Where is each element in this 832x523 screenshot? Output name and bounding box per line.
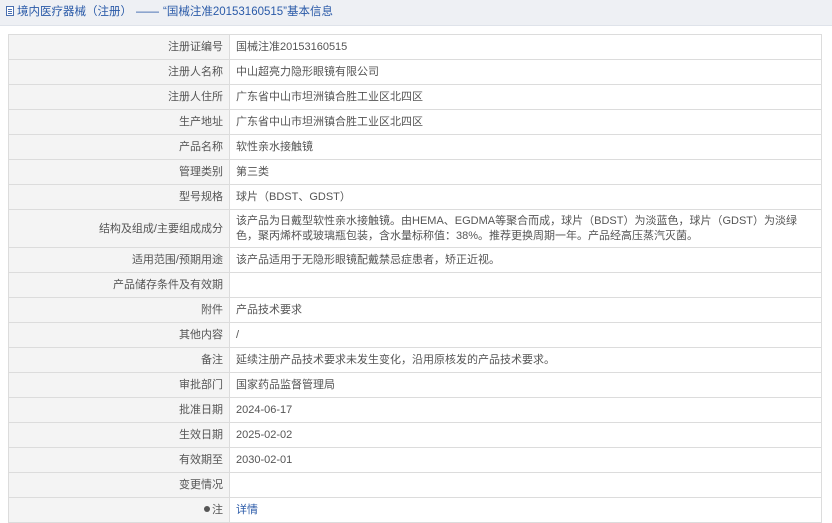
info-table: 注册证编号 国械注准20153160515 注册人名称 中山超亮力隐形眼镜有限公… xyxy=(8,34,822,523)
row-value: / xyxy=(229,322,822,348)
row-label: 变更情况 xyxy=(8,472,230,498)
table-row: 生效日期 2025-02-02 xyxy=(8,422,822,448)
table-row: 注 详情 xyxy=(8,497,822,523)
row-label: 适用范围/预期用途 xyxy=(8,247,230,273)
row-value: 2025-02-02 xyxy=(229,422,822,448)
table-row: 附件 产品技术要求 xyxy=(8,297,822,323)
row-label: 管理类别 xyxy=(8,159,230,185)
row-value xyxy=(229,472,822,498)
row-value: 国械注准20153160515 xyxy=(229,34,822,60)
row-label: 产品储存条件及有效期 xyxy=(8,272,230,298)
row-value: 该产品为日戴型软性亲水接触镜。由HEMA、EGDMA等聚合而成，球片（BDST）… xyxy=(229,209,822,248)
table-row: 产品名称 软性亲水接触镜 xyxy=(8,134,822,160)
row-label: 批准日期 xyxy=(8,397,230,423)
table-row: 变更情况 xyxy=(8,472,822,498)
table-row: 其他内容 / xyxy=(8,322,822,348)
table-row: 结构及组成/主要组成成分 该产品为日戴型软性亲水接触镜。由HEMA、EGDMA等… xyxy=(8,209,822,248)
row-label: 其他内容 xyxy=(8,322,230,348)
table-row: 注册人名称 中山超亮力隐形眼镜有限公司 xyxy=(8,59,822,85)
row-value: 球片（BDST、GDST） xyxy=(229,184,822,210)
row-value: 第三类 xyxy=(229,159,822,185)
row-label: 产品名称 xyxy=(8,134,230,160)
table-row: 注册证编号 国械注准20153160515 xyxy=(8,34,822,60)
row-label: 附件 xyxy=(8,297,230,323)
breadcrumb: 境内医疗器械（注册） —— “国械注准20153160515”基本信息 xyxy=(6,6,333,19)
note-value-cell: 详情 xyxy=(229,497,822,523)
row-value: 2030-02-01 xyxy=(229,447,822,473)
document-icon xyxy=(6,6,14,16)
table-row: 有效期至 2030-02-01 xyxy=(8,447,822,473)
row-value: 广东省中山市坦洲镇合胜工业区北四区 xyxy=(229,109,822,135)
page-title: “国械注准20153160515”基本信息 xyxy=(163,6,334,18)
table-row: 适用范围/预期用途 该产品适用于无隐形眼镜配戴禁忌症患者，矫正近视。 xyxy=(8,247,822,273)
row-value: 2024-06-17 xyxy=(229,397,822,423)
row-value: 广东省中山市坦洲镇合胜工业区北四区 xyxy=(229,84,822,110)
row-value: 该产品适用于无隐形眼镜配戴禁忌症患者，矫正近视。 xyxy=(229,247,822,273)
bullet-icon xyxy=(204,506,210,512)
row-label: 有效期至 xyxy=(8,447,230,473)
breadcrumb-section[interactable]: 境内医疗器械（注册） xyxy=(17,6,132,18)
row-value: 国家药品监督管理局 xyxy=(229,372,822,398)
table-row: 产品储存条件及有效期 xyxy=(8,272,822,298)
row-label: 注册人住所 xyxy=(8,84,230,110)
row-value: 延续注册产品技术要求未发生变化，沿用原核发的产品技术要求。 xyxy=(229,347,822,373)
row-value: 软性亲水接触镜 xyxy=(229,134,822,160)
row-label: 注册证编号 xyxy=(8,34,230,60)
row-label: 结构及组成/主要组成成分 xyxy=(8,209,230,248)
table-row: 备注 延续注册产品技术要求未发生变化，沿用原核发的产品技术要求。 xyxy=(8,347,822,373)
breadcrumb-separator: —— xyxy=(136,6,159,18)
row-label: 生产地址 xyxy=(8,109,230,135)
details-link[interactable]: 详情 xyxy=(236,504,258,516)
row-label: 审批部门 xyxy=(8,372,230,398)
table-row: 型号规格 球片（BDST、GDST） xyxy=(8,184,822,210)
row-value xyxy=(229,272,822,298)
note-label-cell: 注 xyxy=(8,497,230,523)
row-label: 型号规格 xyxy=(8,184,230,210)
top-bar: 境内医疗器械（注册） —— “国械注准20153160515”基本信息 xyxy=(0,0,832,26)
row-label: 注册人名称 xyxy=(8,59,230,85)
table-row: 注册人住所 广东省中山市坦洲镇合胜工业区北四区 xyxy=(8,84,822,110)
table-row: 生产地址 广东省中山市坦洲镇合胜工业区北四区 xyxy=(8,109,822,135)
row-label: 生效日期 xyxy=(8,422,230,448)
row-value: 产品技术要求 xyxy=(229,297,822,323)
row-value: 中山超亮力隐形眼镜有限公司 xyxy=(229,59,822,85)
table-row: 批准日期 2024-06-17 xyxy=(8,397,822,423)
table-row: 管理类别 第三类 xyxy=(8,159,822,185)
row-label: 注 xyxy=(212,504,223,516)
row-label: 备注 xyxy=(8,347,230,373)
table-row: 审批部门 国家药品监督管理局 xyxy=(8,372,822,398)
